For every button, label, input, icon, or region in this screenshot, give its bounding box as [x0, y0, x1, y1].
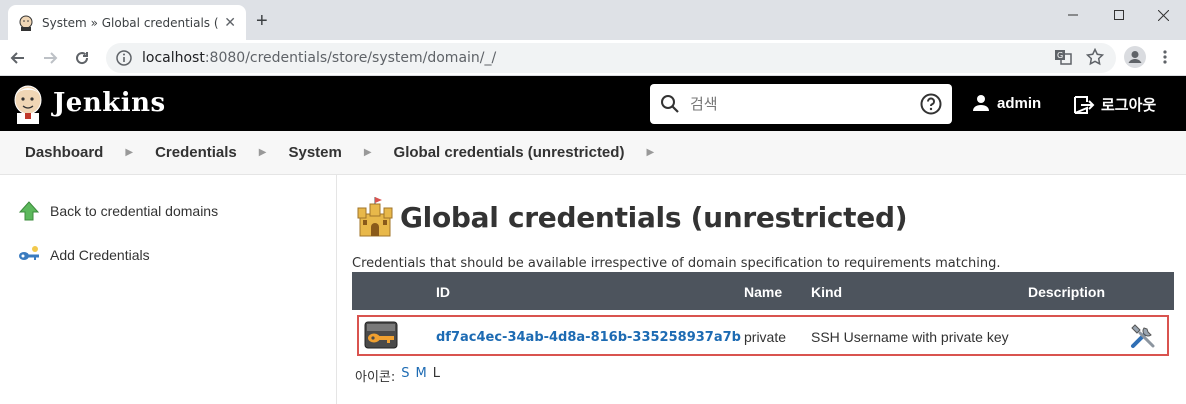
page-description: Credentials that should be available irr… [352, 256, 1001, 271]
bookmark-star-icon[interactable] [1085, 47, 1105, 71]
key-icon [19, 246, 39, 260]
logout-button[interactable]: 로그아웃 [1073, 94, 1156, 115]
new-tab-icon[interactable]: + [256, 10, 268, 33]
reload-icon[interactable] [72, 48, 92, 68]
sidebar-item-label: Back to credential domains [50, 203, 219, 219]
forward-arrow-icon[interactable] [40, 48, 60, 68]
add-credentials-link[interactable]: Add Credentials [18, 244, 150, 266]
jenkins-favicon-icon [19, 15, 33, 31]
up-arrow-icon [18, 201, 40, 221]
icon-size-medium[interactable]: M [416, 366, 427, 385]
search-box[interactable] [650, 84, 952, 124]
credential-id-link[interactable]: df7ac4ec-34ab-4d8a-816b-335258937a7b [436, 330, 741, 345]
svg-text:G: G [1057, 51, 1063, 60]
column-header-id[interactable]: ID [436, 284, 450, 300]
castle-icon [357, 197, 393, 237]
configure-tools-icon[interactable] [1129, 322, 1157, 350]
minimize-window-icon[interactable] [1050, 0, 1096, 30]
tab-title: System » Global credentials (un [42, 15, 219, 30]
breadcrumb-global-credentials[interactable]: Global credentials (unrestricted) [394, 144, 625, 161]
translate-icon[interactable]: G [1054, 48, 1072, 71]
browser-toolbar: localhost:8080/credentials/store/system/… [0, 40, 1186, 76]
logout-label: 로그아웃 [1101, 96, 1157, 114]
page-title: Global credentials (unrestricted) [400, 200, 908, 234]
ssh-key-credential-icon [364, 321, 398, 349]
page-heading: Global credentials (unrestricted) [356, 196, 907, 238]
address-bar[interactable]: localhost:8080/credentials/store/system/… [106, 43, 1116, 73]
jenkins-logo-icon[interactable] [12, 84, 44, 124]
breadcrumb: Dashboard ▶ Credentials ▶ System ▶ Globa… [0, 131, 1186, 175]
profile-avatar-icon[interactable] [1124, 46, 1146, 73]
credential-name: private [744, 329, 787, 345]
maximize-window-icon[interactable] [1096, 0, 1142, 30]
browser-tab[interactable]: System » Global credentials (un ✕ [8, 5, 246, 40]
user-icon [973, 95, 989, 111]
table-row: df7ac4ec-34ab-4d8a-816b-335258937a7b pri… [357, 315, 1169, 356]
icon-size-selector: 아이콘: S M L [355, 366, 440, 385]
logout-icon [1074, 95, 1095, 114]
site-info-icon[interactable] [116, 50, 132, 66]
breadcrumb-system[interactable]: System [288, 144, 341, 161]
browser-tabstrip: System » Global credentials (un ✕ + [0, 0, 1186, 40]
url-text: localhost:8080/credentials/store/system/… [142, 50, 497, 66]
breadcrumb-separator-icon[interactable]: ▶ [259, 147, 267, 158]
close-window-icon[interactable] [1140, 0, 1186, 30]
breadcrumb-separator-icon[interactable]: ▶ [125, 147, 133, 158]
credentials-table: ID Name Kind Description df7ac4ec-34ab-4… [352, 272, 1174, 356]
breadcrumb-credentials[interactable]: Credentials [155, 144, 237, 161]
icon-size-large[interactable]: L [433, 366, 440, 385]
breadcrumb-separator-icon[interactable]: ▶ [364, 147, 372, 158]
credential-kind: SSH Username with private key [811, 329, 1009, 345]
column-header-description[interactable]: Description [1028, 284, 1105, 300]
username: admin [997, 94, 1042, 112]
breadcrumb-dashboard[interactable]: Dashboard [25, 144, 103, 161]
back-arrow-icon[interactable] [8, 48, 28, 68]
table-header: ID Name Kind Description [352, 272, 1174, 310]
search-input[interactable] [690, 95, 910, 113]
icon-size-small[interactable]: S [401, 366, 409, 385]
column-header-kind[interactable]: Kind [811, 284, 842, 300]
column-header-name[interactable]: Name [744, 284, 782, 300]
browser-menu-icon[interactable] [1162, 48, 1168, 71]
search-icon [661, 95, 679, 113]
jenkins-title[interactable]: Jenkins [53, 88, 166, 118]
help-icon[interactable] [920, 93, 942, 115]
jenkins-header: Jenkins admin 로그아웃 [0, 76, 1186, 131]
back-to-credential-domains-link[interactable]: Back to credential domains [18, 200, 218, 222]
sidebar-item-label: Add Credentials [50, 247, 150, 263]
breadcrumb-separator-icon[interactable]: ▶ [646, 147, 654, 158]
close-tab-icon[interactable]: ✕ [224, 14, 236, 31]
user-menu[interactable]: admin [972, 94, 1041, 112]
side-panel: Back to credential domains Add Credentia… [0, 175, 337, 404]
icon-size-label: 아이콘: [355, 370, 396, 385]
